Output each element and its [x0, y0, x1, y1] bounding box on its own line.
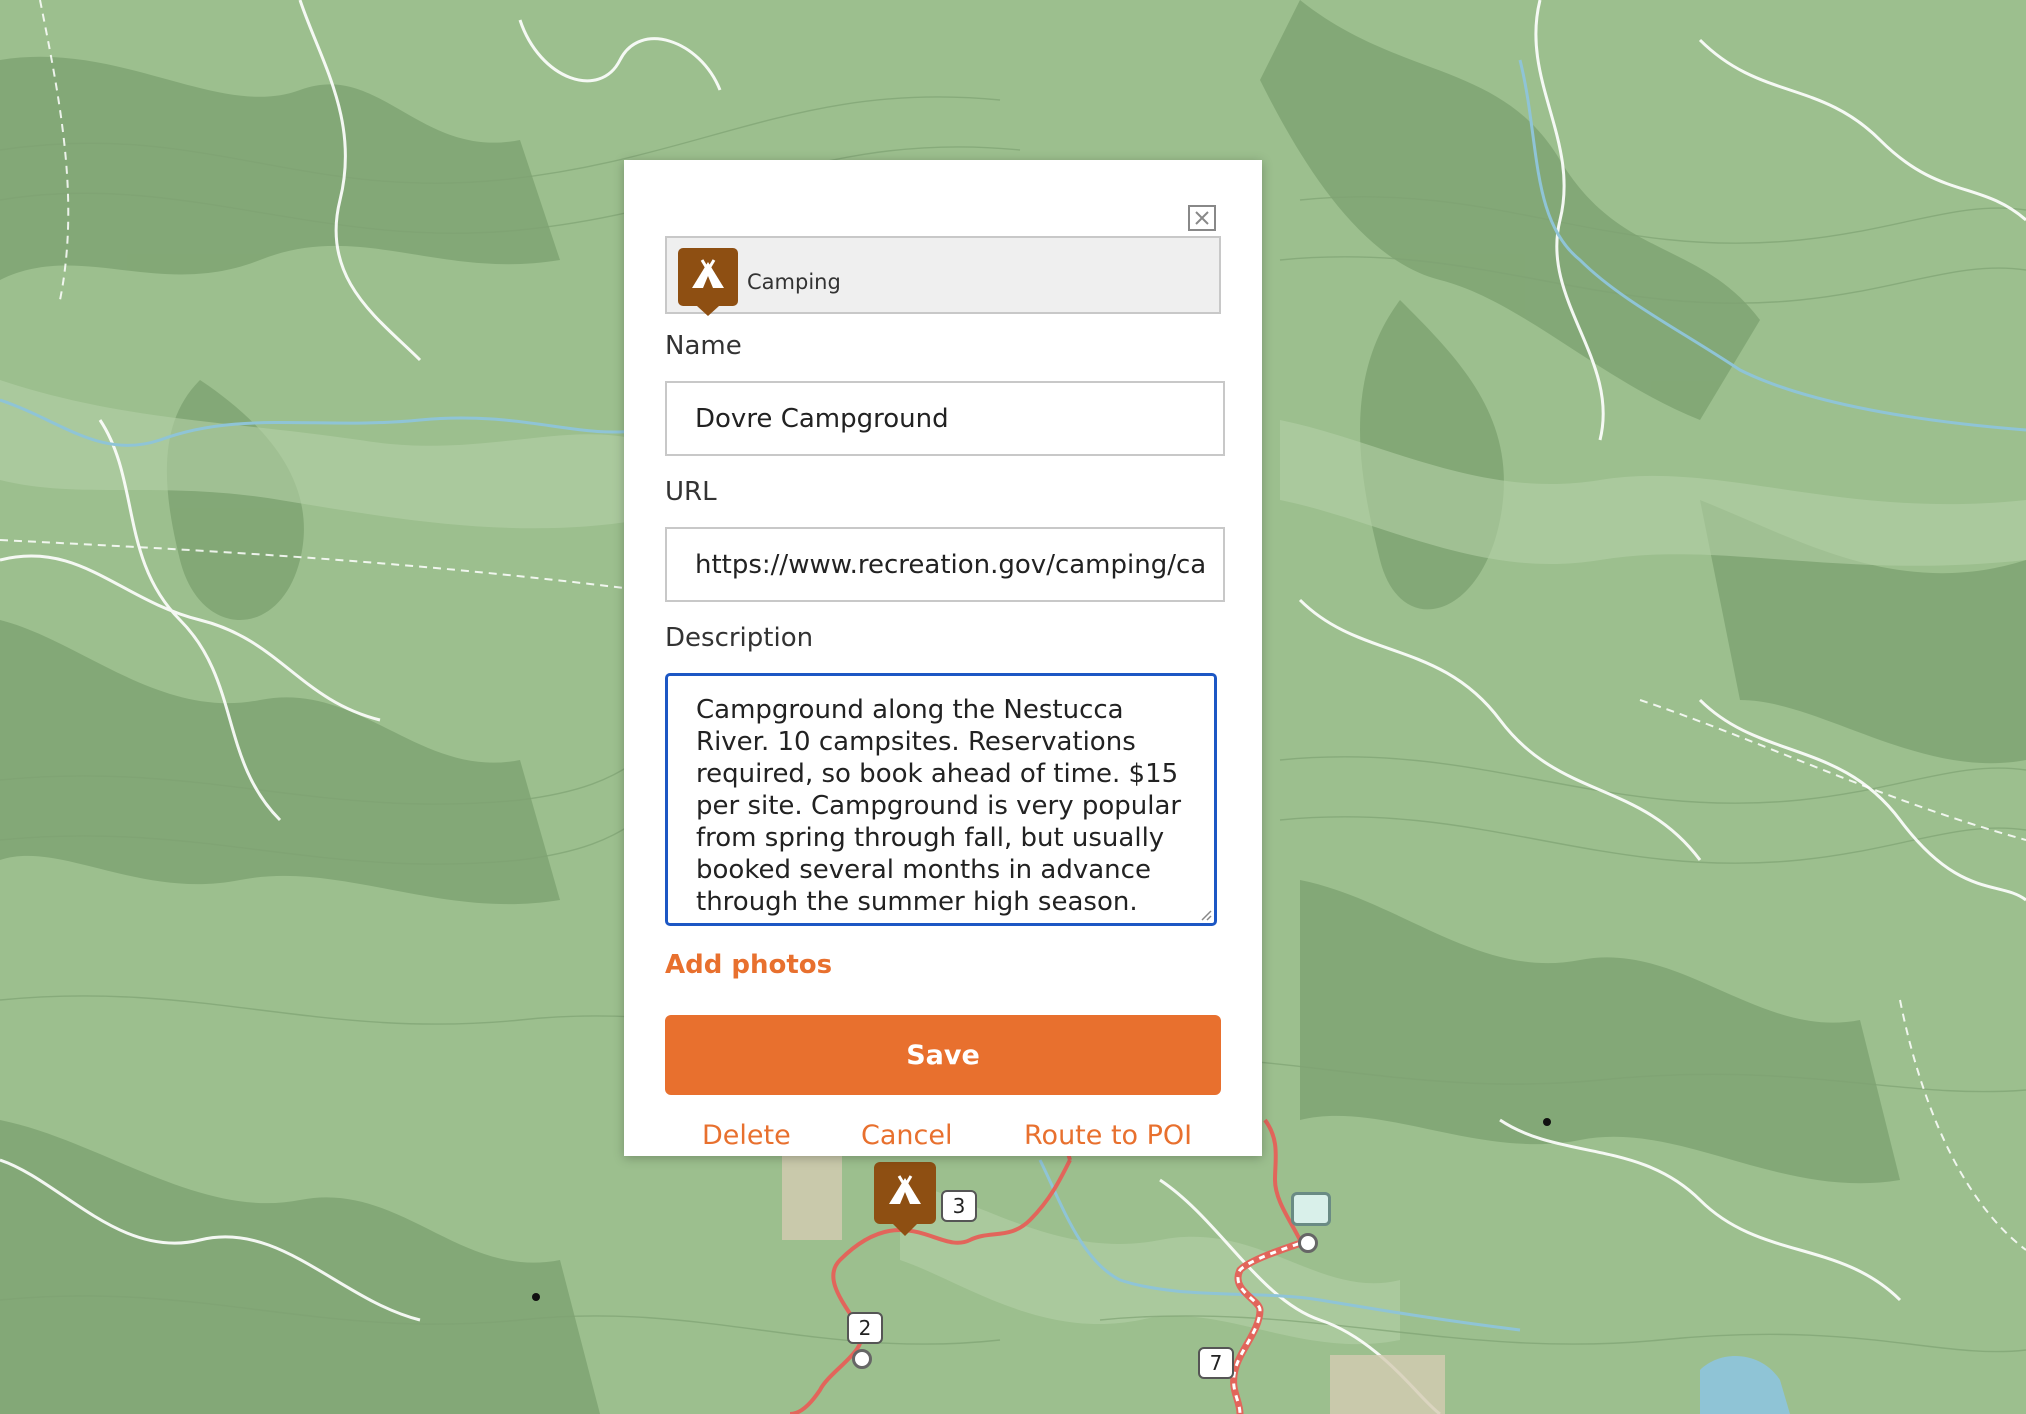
delete-button[interactable]: Delete	[702, 1120, 791, 1151]
cancel-button[interactable]: Cancel	[861, 1120, 952, 1151]
name-input[interactable]: Dovre Campground	[665, 381, 1225, 456]
close-button[interactable]	[1188, 205, 1216, 231]
tent-icon	[678, 248, 738, 316]
category-label: Camping	[747, 270, 841, 294]
resize-grip-icon[interactable]	[1198, 907, 1212, 921]
url-label: URL	[665, 477, 717, 507]
tent-icon	[889, 1175, 921, 1204]
url-input[interactable]: https://www.recreation.gov/camping/ca	[665, 527, 1225, 602]
save-button[interactable]: Save	[665, 1015, 1221, 1095]
route-marker-3[interactable]: 3	[941, 1190, 977, 1222]
description-label: Description	[665, 623, 814, 653]
add-photos-link[interactable]: Add photos	[665, 950, 832, 980]
route-to-poi-button[interactable]: Route to POI	[1024, 1120, 1192, 1151]
note-marker[interactable]	[1291, 1192, 1331, 1226]
route-marker-7[interactable]: 7	[1198, 1347, 1234, 1379]
camping-poi-pin[interactable]	[874, 1162, 936, 1236]
category-selector[interactable]: Camping	[665, 236, 1221, 316]
description-text: Campground along the Nestucca River. 10 …	[696, 695, 1182, 917]
route-waypoint[interactable]	[852, 1349, 872, 1369]
name-label: Name	[665, 331, 742, 361]
route-marker-2[interactable]: 2	[847, 1312, 883, 1344]
route-waypoint[interactable]	[1298, 1233, 1318, 1253]
close-icon	[1195, 211, 1209, 225]
description-textarea[interactable]: Campground along the Nestucca River. 10 …	[665, 673, 1217, 926]
